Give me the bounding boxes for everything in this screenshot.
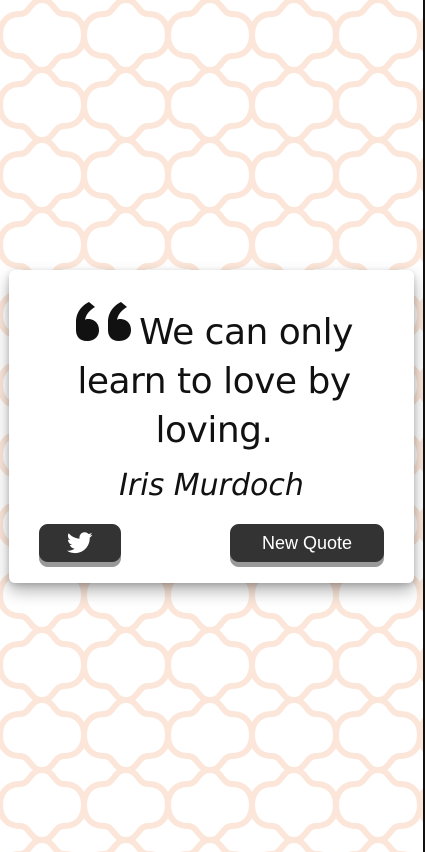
quote-left-icon	[76, 302, 132, 341]
quote-block: We can only learn to love by loving.	[49, 300, 379, 455]
new-quote-button[interactable]: New Quote	[230, 524, 384, 562]
twitter-icon	[67, 532, 93, 554]
quote-card: We can only learn to love by loving. Iri…	[9, 270, 414, 583]
quote-author: Iris Murdoch	[119, 468, 304, 503]
tweet-button[interactable]	[39, 524, 121, 562]
